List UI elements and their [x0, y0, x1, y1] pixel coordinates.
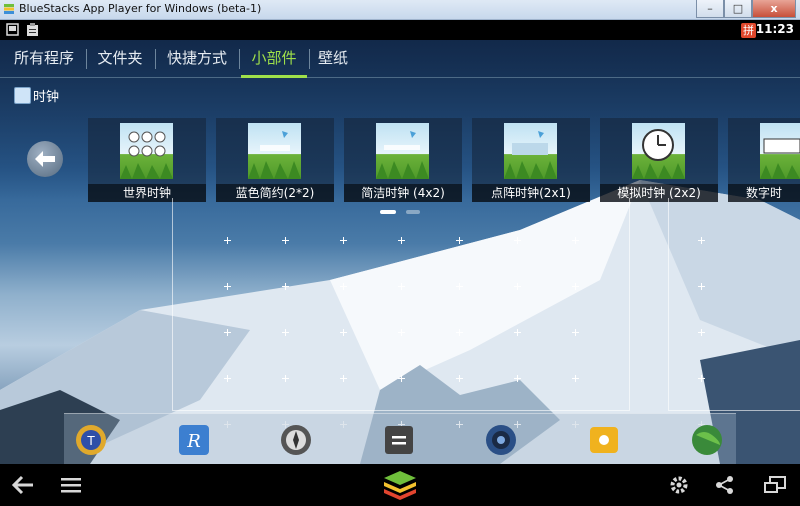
home-button[interactable] [380, 464, 420, 506]
grid-plus-marker [514, 375, 521, 382]
window-title: BlueStacks App Player for Windows (beta-… [19, 2, 262, 15]
grid-plus-marker [282, 375, 289, 382]
clipboard-icon [27, 23, 38, 36]
svg-text:T: T [86, 434, 95, 448]
tab-all-apps[interactable]: 所有程序 [4, 40, 84, 76]
grid-plus-marker [282, 283, 289, 290]
window-resize-icon [764, 476, 786, 493]
tab-folders[interactable]: 文件夹 [88, 40, 152, 76]
grid-plus-marker [572, 237, 579, 244]
grid-plus-marker [398, 283, 405, 290]
grid-plus-marker [698, 283, 705, 290]
analog-clock-preview-icon [632, 123, 685, 179]
window-mode-button[interactable] [758, 464, 792, 506]
close-button[interactable]: x [752, 0, 796, 18]
grid-plus-marker [224, 237, 231, 244]
tab-wallpapers[interactable]: 壁纸 [311, 40, 355, 76]
status-bar: 拼 11:23 [0, 20, 800, 40]
grid-plus-marker [514, 237, 521, 244]
grid-plus-marker [514, 329, 521, 336]
screenshot-icon [6, 23, 19, 36]
arrow-left-icon [35, 151, 55, 167]
globe-icon[interactable] [690, 423, 724, 457]
status-clock: 11:23 [755, 22, 794, 36]
folder-icon[interactable] [587, 423, 621, 457]
grid-plus-marker [398, 237, 405, 244]
grid-plus-marker [224, 375, 231, 382]
bluestacks-logo-icon [4, 4, 14, 14]
grid-plus-marker [456, 237, 463, 244]
compass-icon[interactable] [279, 423, 313, 457]
grid-plus-marker [282, 329, 289, 336]
grid-plus-marker [456, 375, 463, 382]
tab-shortcuts[interactable]: 快捷方式 [157, 40, 237, 76]
tab-divider [309, 49, 310, 69]
window-titlebar: BlueStacks App Player for Windows (beta-… [0, 0, 800, 20]
grid-plus-marker [340, 375, 347, 382]
grid-plus-marker [456, 329, 463, 336]
grid-plus-marker [698, 375, 705, 382]
world-clock-preview-icon [120, 123, 173, 179]
share-icon [716, 476, 733, 494]
tab-divider [86, 49, 87, 69]
back-button[interactable] [6, 464, 40, 506]
ime-indicator: 拼 [741, 23, 756, 38]
tab-widgets[interactable]: 小部件 [241, 40, 307, 78]
bluestacks-home-icon [384, 471, 416, 500]
blue-clock-preview-icon [248, 123, 301, 179]
grid-plus-marker [456, 283, 463, 290]
active-tab-indicator [241, 75, 307, 78]
speaker-icon[interactable] [484, 423, 518, 457]
widget-blue-simple[interactable]: 蓝色简约(2*2) [216, 118, 334, 202]
grid-plus-marker [282, 237, 289, 244]
grid-plus-marker [340, 283, 347, 290]
digital-clock-preview-icon [760, 123, 800, 179]
back-arrow-icon [11, 475, 33, 495]
grid-plus-marker [340, 329, 347, 336]
tab-divider [239, 49, 240, 69]
settings-button[interactable] [664, 464, 694, 506]
widget-world-clock[interactable]: 世界时钟 [88, 118, 206, 202]
next-page-area [668, 198, 800, 411]
widget-digital-clock[interactable]: 数字时 [728, 118, 800, 202]
menu-button[interactable] [56, 464, 86, 506]
clock-category-icon [14, 87, 31, 104]
android-navigation-bar [0, 464, 800, 506]
reader-icon[interactable]: R [177, 423, 211, 457]
scroll-left-button[interactable] [27, 141, 63, 177]
launcher-screen: 所有程序 文件夹 快捷方式 小部件 壁纸 时钟 世界时钟 蓝色简约(2*2) 简… [0, 40, 800, 464]
svg-text:R: R [186, 431, 201, 452]
grid-plus-marker [698, 329, 705, 336]
dot-matrix-preview-icon [504, 123, 557, 179]
widget-simple-clock[interactable]: 简洁时钟 (4x2) [344, 118, 462, 202]
launcher-tabs: 所有程序 文件夹 快捷方式 小部件 壁纸 [0, 40, 800, 78]
widget-dot-matrix-clock[interactable]: 点阵时钟(2x1) [472, 118, 590, 202]
gear-icon [670, 476, 688, 494]
grid-plus-marker [224, 329, 231, 336]
calculator-icon[interactable] [382, 423, 416, 457]
grid-plus-marker [698, 237, 705, 244]
grid-plus-marker [514, 283, 521, 290]
tab-divider [155, 49, 156, 69]
simple-clock-preview-icon [376, 123, 429, 179]
grid-plus-marker [572, 375, 579, 382]
category-label: 时钟 [33, 90, 60, 105]
titanium-backup-icon[interactable]: T [74, 423, 108, 457]
grid-plus-marker [572, 283, 579, 290]
app-dock: T R [64, 413, 736, 464]
grid-plus-marker [340, 237, 347, 244]
grid-plus-marker [398, 329, 405, 336]
grid-plus-marker [398, 375, 405, 382]
maximize-button[interactable]: □ [724, 0, 752, 18]
menu-icon [61, 478, 81, 493]
grid-plus-marker [572, 329, 579, 336]
window-controls: – □ x [696, 0, 796, 18]
grid-plus-marker [224, 283, 231, 290]
share-button[interactable] [710, 464, 740, 506]
minimize-button[interactable]: – [696, 0, 724, 18]
widget-analog-clock[interactable]: 模拟时钟 (2x2) [600, 118, 718, 202]
